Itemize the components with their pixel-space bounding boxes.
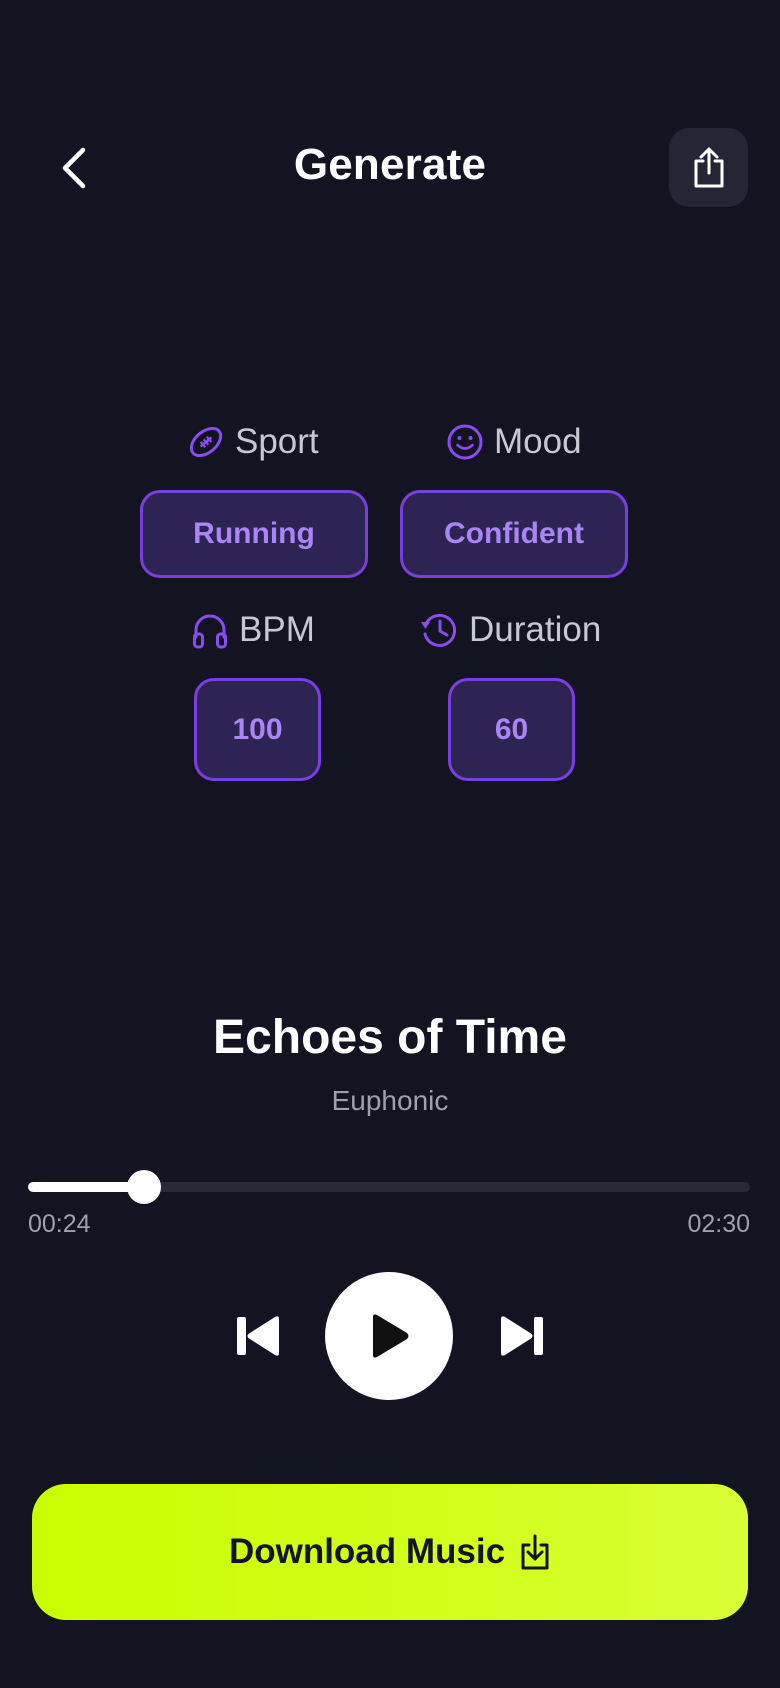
history-icon [421,613,457,647]
duration-chip[interactable]: 60 [448,678,575,781]
share-button[interactable] [669,128,748,207]
share-icon [694,147,723,187]
play-button[interactable] [325,1272,453,1400]
sport-label-text: Sport [235,422,319,461]
total-time: 02:30 [687,1210,750,1238]
progress-bar[interactable] [28,1170,750,1204]
download-icon [521,1534,549,1570]
skip-forward-icon [501,1316,543,1356]
smile-icon [447,424,483,460]
previous-button[interactable] [228,1310,288,1362]
progress-knob[interactable] [126,1170,161,1204]
skip-back-icon [237,1316,279,1356]
duration-label: Duration [419,610,601,650]
bpm-chip[interactable]: 100 [194,678,321,781]
track-title: Echoes of Time [213,1011,567,1064]
mood-chip[interactable]: Confident [400,490,628,578]
football-icon [189,426,223,458]
mood-label: Mood [446,422,582,462]
generate-screen: Generate Sport Running Mood Confident BP… [0,0,780,1688]
sport-chip[interactable]: Running [140,490,368,578]
headphones-icon [193,614,227,649]
download-music-button[interactable]: Download Music [32,1484,748,1620]
next-button[interactable] [492,1310,552,1362]
bpm-label: BPM [191,610,315,650]
mood-label-text: Mood [494,422,582,461]
bpm-label-text: BPM [239,610,315,649]
play-icon [373,1314,409,1358]
duration-label-text: Duration [469,610,602,649]
download-label: Download Music [228,1532,506,1571]
elapsed-time: 00:24 [28,1210,91,1238]
track-artist: Euphonic [331,1085,449,1116]
page-title: Generate [293,140,487,189]
sport-label: Sport [187,422,319,462]
